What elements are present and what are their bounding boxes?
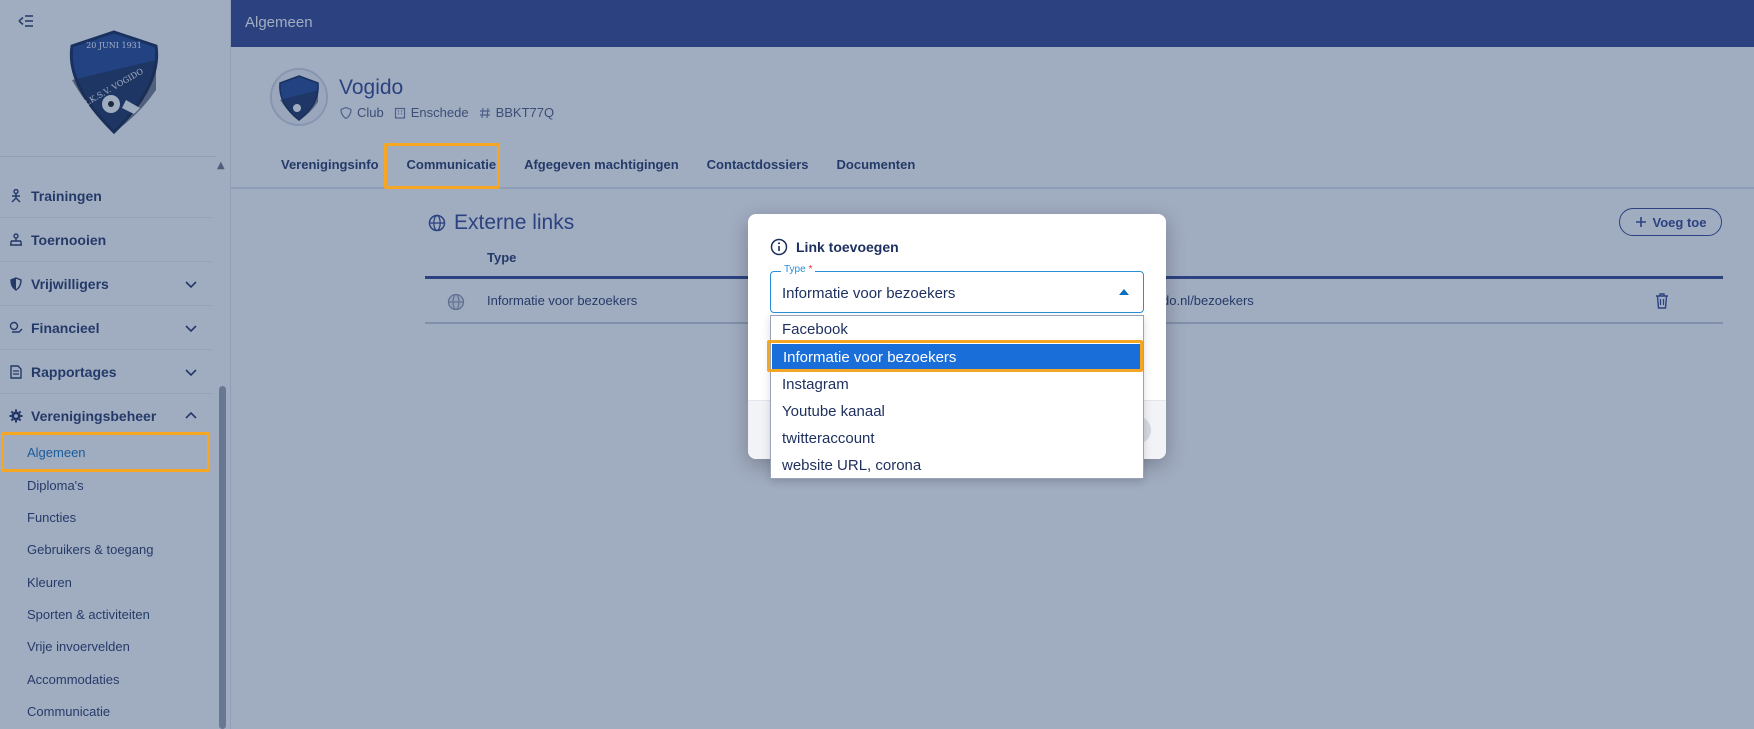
highlight-sidebar-algemeen: [1, 432, 210, 472]
type-label-text: Type: [784, 264, 806, 275]
type-field-label: Type *: [781, 264, 816, 275]
required-mark: *: [808, 264, 813, 275]
dialog-title-text: Link toevoegen: [796, 239, 899, 255]
caret-up-icon: [1119, 289, 1129, 295]
dropdown-option-facebook[interactable]: Facebook: [771, 316, 1143, 343]
highlight-selected-option: [767, 340, 1143, 372]
dropdown-option-youtube-kanaal[interactable]: Youtube kanaal: [771, 398, 1143, 425]
highlight-tab-communicatie: [384, 143, 500, 189]
type-select[interactable]: Type * Informatie voor bezoekers: [770, 264, 1144, 313]
dropdown-option-instagram[interactable]: Instagram: [771, 371, 1143, 398]
type-select-value: Informatie voor bezoekers: [782, 285, 956, 302]
dropdown-option-website-url-corona[interactable]: website URL, corona: [771, 452, 1143, 479]
dropdown-option-twitteraccount[interactable]: twitteraccount: [771, 425, 1143, 452]
dialog-title: Link toevoegen: [770, 238, 899, 256]
info-icon: [770, 238, 788, 256]
